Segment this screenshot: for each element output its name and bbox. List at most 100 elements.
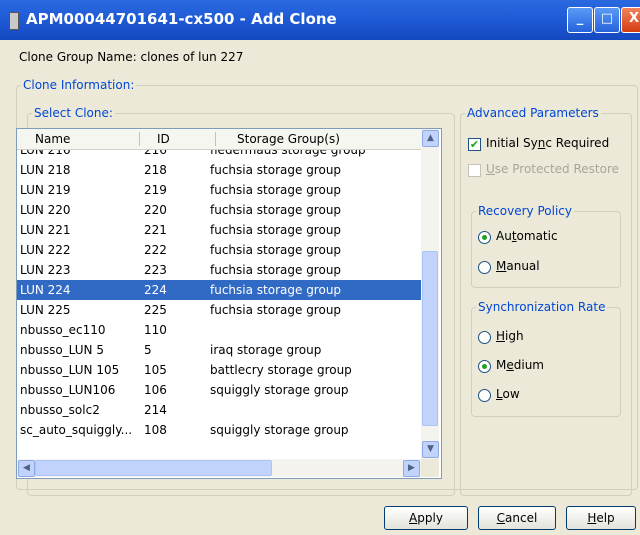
cell-storage-group: fuchsia storage group xyxy=(210,243,342,257)
manual-label[interactable]: Manual xyxy=(496,259,540,273)
cell-storage-group: fuchsia storage group xyxy=(210,163,342,177)
automatic-radio[interactable] xyxy=(478,231,491,244)
low-label[interactable]: Low xyxy=(496,387,520,401)
protected-restore-checkbox[interactable] xyxy=(468,164,481,177)
table-row[interactable]: nbusso_ec110 110 xyxy=(17,320,421,340)
advanced-parameters-legend: Advanced Parameters xyxy=(467,106,599,120)
cell-id: 218 xyxy=(144,163,167,177)
scroll-corner xyxy=(421,459,439,477)
cell-id: 225 xyxy=(144,303,167,317)
table-row[interactable]: nbusso_solc2 214 xyxy=(17,400,421,420)
scroll-up-button[interactable]: ▲ xyxy=(422,130,439,147)
recovery-policy-legend: Recovery Policy xyxy=(478,204,572,218)
cell-storage-group: battlecry storage group xyxy=(210,363,352,377)
horizontal-scrollbar[interactable]: ◀ ▶ xyxy=(17,459,421,477)
cell-name: sc_auto_squiggly... xyxy=(20,423,133,437)
protected-restore-label[interactable]: Use Protected Restore xyxy=(486,162,619,176)
cell-name: LUN 222 xyxy=(20,243,71,257)
cell-name: LUN 219 xyxy=(20,183,71,197)
cell-name: nbusso_LUN 105 xyxy=(20,363,120,377)
table-row[interactable]: LUN 222 222 fuchsia storage group xyxy=(17,240,421,260)
title-bar[interactable]: APM00044701641-cx500 - Add Clone _ □ X xyxy=(0,0,640,40)
synchronization-rate-legend: Synchronization Rate xyxy=(478,300,606,314)
cell-name: nbusso_LUN 5 xyxy=(20,343,104,357)
column-header-storage-group[interactable]: Storage Group(s) xyxy=(237,132,340,146)
medium-label[interactable]: Medium xyxy=(496,358,544,372)
cell-name: LUN 216 xyxy=(20,150,71,157)
cell-name: LUN 223 xyxy=(20,263,71,277)
vertical-scrollbar[interactable]: ▲ ▼ xyxy=(421,129,439,459)
table-row[interactable]: sc_auto_squiggly... 108 squiggly storage g… xyxy=(17,420,421,440)
cell-name: LUN 218 xyxy=(20,163,71,177)
cell-id: 220 xyxy=(144,203,167,217)
clone-list[interactable]: Name ID Storage Group(s) LUN 216 216 flede… xyxy=(16,128,442,479)
scroll-right-button[interactable]: ▶ xyxy=(403,460,420,477)
table-row[interactable]: nbusso_LUN 5 5 iraq storage group xyxy=(17,340,421,360)
cell-storage-group: fuchsia storage group xyxy=(210,203,342,217)
cell-storage-group: fuchsia storage group xyxy=(210,223,342,237)
cancel-button[interactable]: Cancel xyxy=(478,506,556,530)
table-row[interactable]: nbusso_LUN106 106 squiggly storage group xyxy=(17,380,421,400)
table-row[interactable]: LUN 224 224 fuchsia storage group xyxy=(17,280,421,300)
initial-sync-checkbox[interactable]: ✔ xyxy=(468,138,481,151)
recovery-policy-group: Recovery Policy Automatic Manual xyxy=(471,204,621,288)
table-row[interactable]: LUN 225 225 fuchsia storage group xyxy=(17,300,421,320)
minimize-button[interactable]: _ xyxy=(567,7,593,33)
column-divider[interactable] xyxy=(215,132,216,146)
cell-id: 106 xyxy=(144,383,167,397)
apply-button[interactable]: Apply xyxy=(384,506,468,530)
cell-name: LUN 224 xyxy=(20,283,71,297)
high-radio[interactable] xyxy=(478,331,491,344)
table-row[interactable]: LUN 218 218 fuchsia storage group xyxy=(17,160,421,180)
table-row[interactable]: LUN 219 219 fuchsia storage group xyxy=(17,180,421,200)
cell-storage-group: squiggly storage group xyxy=(210,383,349,397)
cell-id: 224 xyxy=(144,283,167,297)
radio-selected-dot xyxy=(482,364,487,369)
clone-group-name: Clone Group Name: clones of lun 227 xyxy=(19,50,244,64)
manual-radio[interactable] xyxy=(478,261,491,274)
low-radio[interactable] xyxy=(478,389,491,402)
column-header-name[interactable]: Name xyxy=(35,132,70,146)
cell-name: nbusso_solc2 xyxy=(20,403,100,417)
cell-name: LUN 221 xyxy=(20,223,71,237)
scroll-down-button[interactable]: ▼ xyxy=(422,441,439,458)
cell-id: 222 xyxy=(144,243,167,257)
table-row[interactable]: nbusso_LUN 105 105 battlecry storage group xyxy=(17,360,421,380)
scroll-left-button[interactable]: ◀ xyxy=(18,460,35,477)
high-label[interactable]: High xyxy=(496,329,524,343)
cell-id: 221 xyxy=(144,223,167,237)
help-button[interactable]: Help xyxy=(566,506,636,530)
column-header-id[interactable]: ID xyxy=(157,132,170,146)
select-clone-legend: Select Clone: xyxy=(34,106,113,120)
list-rows: LUN 216 216 fledermaus storage group LUN 21… xyxy=(17,150,421,458)
list-header: Name ID Storage Group(s) xyxy=(17,129,421,150)
table-row[interactable]: LUN 220 220 fuchsia storage group xyxy=(17,200,421,220)
cell-name: LUN 220 xyxy=(20,203,71,217)
table-row[interactable]: LUN 216 216 fledermaus storage group xyxy=(17,150,421,160)
cell-id: 105 xyxy=(144,363,167,377)
cell-id: 110 xyxy=(144,323,167,337)
initial-sync-label[interactable]: Initial Sync Required xyxy=(486,136,609,150)
cell-storage-group: fuchsia storage group xyxy=(210,283,342,297)
automatic-label[interactable]: Automatic xyxy=(496,229,558,243)
cell-id: 216 xyxy=(144,150,167,157)
cell-id: 5 xyxy=(144,343,152,357)
add-clone-dialog: APM00044701641-cx500 - Add Clone _ □ X C… xyxy=(0,0,640,535)
cell-storage-group: iraq storage group xyxy=(210,343,322,357)
cell-storage-group: fuchsia storage group xyxy=(210,303,342,317)
vertical-scroll-thumb[interactable] xyxy=(422,251,438,426)
table-row[interactable]: LUN 221 221 fuchsia storage group xyxy=(17,220,421,240)
cell-storage-group: squiggly storage group xyxy=(210,423,349,437)
column-divider[interactable] xyxy=(139,132,140,146)
radio-selected-dot xyxy=(482,235,487,240)
horizontal-scroll-thumb[interactable] xyxy=(35,460,272,476)
cell-name: LUN 225 xyxy=(20,303,71,317)
app-icon xyxy=(9,12,19,30)
medium-radio[interactable] xyxy=(478,360,491,373)
cell-id: 223 xyxy=(144,263,167,277)
cell-storage-group: fledermaus storage group xyxy=(210,150,366,157)
close-button[interactable]: X xyxy=(621,7,640,33)
table-row[interactable]: LUN 223 223 fuchsia storage group xyxy=(17,260,421,280)
maximize-button[interactable]: □ xyxy=(594,7,620,33)
cell-id: 219 xyxy=(144,183,167,197)
